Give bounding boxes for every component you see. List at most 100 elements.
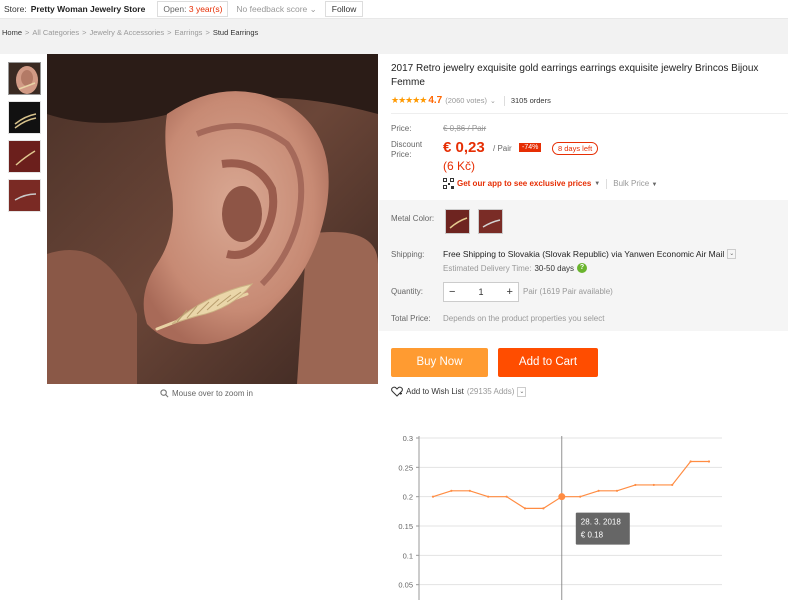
wishlist-adds: (29135 Adds)	[466, 387, 515, 396]
chevron-down-icon: ⌄	[727, 249, 737, 259]
thumbnail-ear-image	[9, 63, 40, 94]
wishlist-row[interactable]: Add to Wish List (29135 Adds) ⌄	[391, 386, 527, 397]
y-tick-label: 0.25	[398, 463, 413, 472]
thumbnail-2[interactable]	[8, 101, 41, 134]
rating-row: ★★★★★ 4.7 (2060 votes) ⌄ 3105 orders	[391, 95, 551, 106]
data-point	[450, 489, 453, 492]
data-point	[542, 507, 545, 510]
app-promo-row[interactable]: Get our app to see exclusive prices ▼ Bu…	[443, 178, 663, 189]
shipping-method-text: Free Shipping to Slovakia (Slovak Republ…	[443, 249, 725, 259]
thumbnail-4[interactable]	[8, 179, 41, 212]
delivery-time: Estimated Delivery Time: 30-50 days ?	[443, 263, 588, 273]
main-product-image[interactable]	[47, 54, 378, 384]
rating-value: 4.7	[428, 95, 443, 106]
divider	[503, 95, 505, 106]
feedback-score-text: No feedback score	[236, 3, 308, 14]
qr-code-icon	[443, 178, 454, 189]
data-point	[487, 495, 490, 498]
breadcrumb-jewelry[interactable]: Jewelry & Accessories	[90, 28, 165, 37]
app-promo-link[interactable]: Get our app to see exclusive prices	[457, 179, 591, 188]
quantity-increase-button[interactable]: +	[507, 286, 513, 298]
store-open-years: 3 year(s)	[188, 4, 223, 14]
total-price-text: Depends on the product properties you se…	[443, 314, 605, 323]
delivery-days: 30-50 days	[534, 263, 575, 273]
quantity-decrease-button[interactable]: −	[449, 286, 455, 298]
breadcrumb-stud-earrings[interactable]: Stud Earrings	[213, 28, 258, 37]
metal-color-option-gold[interactable]	[445, 209, 470, 234]
data-point	[652, 483, 655, 487]
feedback-score-dropdown[interactable]: No feedback score ⌄	[236, 4, 316, 15]
quantity-input[interactable]: 1	[478, 287, 483, 297]
question-icon[interactable]: ?	[577, 263, 588, 273]
highlight-point	[558, 493, 566, 501]
follow-button[interactable]: Follow	[324, 1, 364, 17]
discount-percent-badge: -74%	[519, 143, 542, 152]
caret-down-icon: ▼	[651, 182, 658, 188]
ear-with-earring-image	[47, 54, 378, 384]
quantity-label: Quantity:	[391, 287, 424, 296]
data-point	[615, 489, 619, 492]
days-left-badge: 8 days left	[552, 142, 599, 155]
data-point	[523, 507, 527, 510]
y-tick-label: 0.2	[403, 493, 413, 502]
series-line	[432, 460, 709, 509]
buy-now-button[interactable]: Buy Now	[391, 348, 488, 377]
caret-down-icon: ▼	[594, 180, 601, 187]
swatch-silver-image	[479, 210, 502, 233]
breadcrumb-all-categories[interactable]: All Categories	[32, 28, 79, 37]
thumbnail-3[interactable]	[8, 140, 41, 173]
votes-link[interactable]: (2060 votes)	[445, 96, 487, 105]
price-history-chart: 0.05 0.1 0.15 0.2 0.25 0.3 28. 3. 2018 € 0.18	[379, 420, 788, 600]
data-point	[431, 495, 435, 498]
thumbnail-earring-red-image	[9, 141, 40, 172]
swatch-gold-image	[446, 210, 469, 233]
store-open-badge: Open: 3 year(s)	[157, 1, 229, 17]
star-rating-icon: ★★★★★	[391, 95, 427, 105]
original-price: € 0,86 / Pair	[443, 124, 487, 133]
divider	[606, 178, 608, 189]
wishlist-link[interactable]: Add to Wish List	[406, 387, 464, 396]
breadcrumb-earrings[interactable]: Earrings	[175, 28, 203, 37]
chevron-down-icon: ⌄	[309, 3, 317, 14]
thumbnail-earring-black-image	[9, 102, 40, 133]
discount-price: € 0,23	[443, 139, 485, 156]
chevron-down-icon[interactable]: ⌄	[517, 386, 527, 397]
delivery-label: Estimated Delivery Time:	[443, 263, 532, 273]
shipping-method[interactable]: Free Shipping to Slovakia (Slovak Republ…	[443, 249, 737, 259]
gallery-panel: Mouse over to zoom in	[0, 54, 379, 600]
y-tick-label: 0.15	[398, 522, 413, 531]
breadcrumb: Home > All Categories > Jewelry & Accessorie…	[2, 28, 259, 37]
data-point	[634, 483, 637, 487]
data-point	[671, 483, 674, 487]
store-open-label: Open:	[163, 4, 187, 14]
y-tick-label: 0.3	[403, 434, 413, 443]
data-point	[707, 460, 711, 463]
shipping-label: Shipping:	[391, 250, 425, 259]
thumbnail-earring-red-alt-image	[9, 180, 40, 211]
price-unit: / Pair	[493, 144, 512, 153]
metal-color-label: Metal Color:	[391, 214, 435, 223]
data-point	[689, 460, 692, 463]
bulk-price-dropdown[interactable]: Bulk Price ▼	[613, 179, 663, 188]
czk-price: (6 Kč)	[443, 159, 476, 173]
product-title: 2017 Retro jewelry exquisite gold earrin…	[391, 63, 759, 88]
zoom-hint: Mouse over to zoom in	[160, 389, 253, 398]
price-history-svg: 0.05 0.1 0.15 0.2 0.25 0.3 28. 3. 2018 € 0.18	[398, 434, 722, 600]
quantity-available: Pair (1619 Pair available)	[523, 287, 613, 296]
thumbnail-1[interactable]	[8, 62, 41, 95]
zoom-hint-text: Mouse over to zoom in	[172, 389, 253, 398]
heart-icon	[391, 386, 403, 397]
store-label: Store:	[4, 4, 27, 14]
store-name-link[interactable]: Pretty Woman Jewelry Store	[31, 4, 146, 14]
data-point	[597, 489, 600, 492]
chevron-down-icon[interactable]: ⌄	[490, 97, 496, 105]
y-tick-label: 0.05	[398, 581, 413, 590]
data-point	[468, 489, 471, 492]
breadcrumb-home[interactable]: Home	[2, 28, 22, 37]
bulk-price-label: Bulk Price	[613, 179, 650, 188]
magnifier-icon	[160, 389, 169, 398]
data-point	[505, 495, 508, 498]
tooltip-date: 28. 3. 2018	[581, 518, 622, 527]
add-to-cart-button[interactable]: Add to Cart	[498, 348, 598, 377]
metal-color-option-silver[interactable]	[478, 209, 503, 234]
